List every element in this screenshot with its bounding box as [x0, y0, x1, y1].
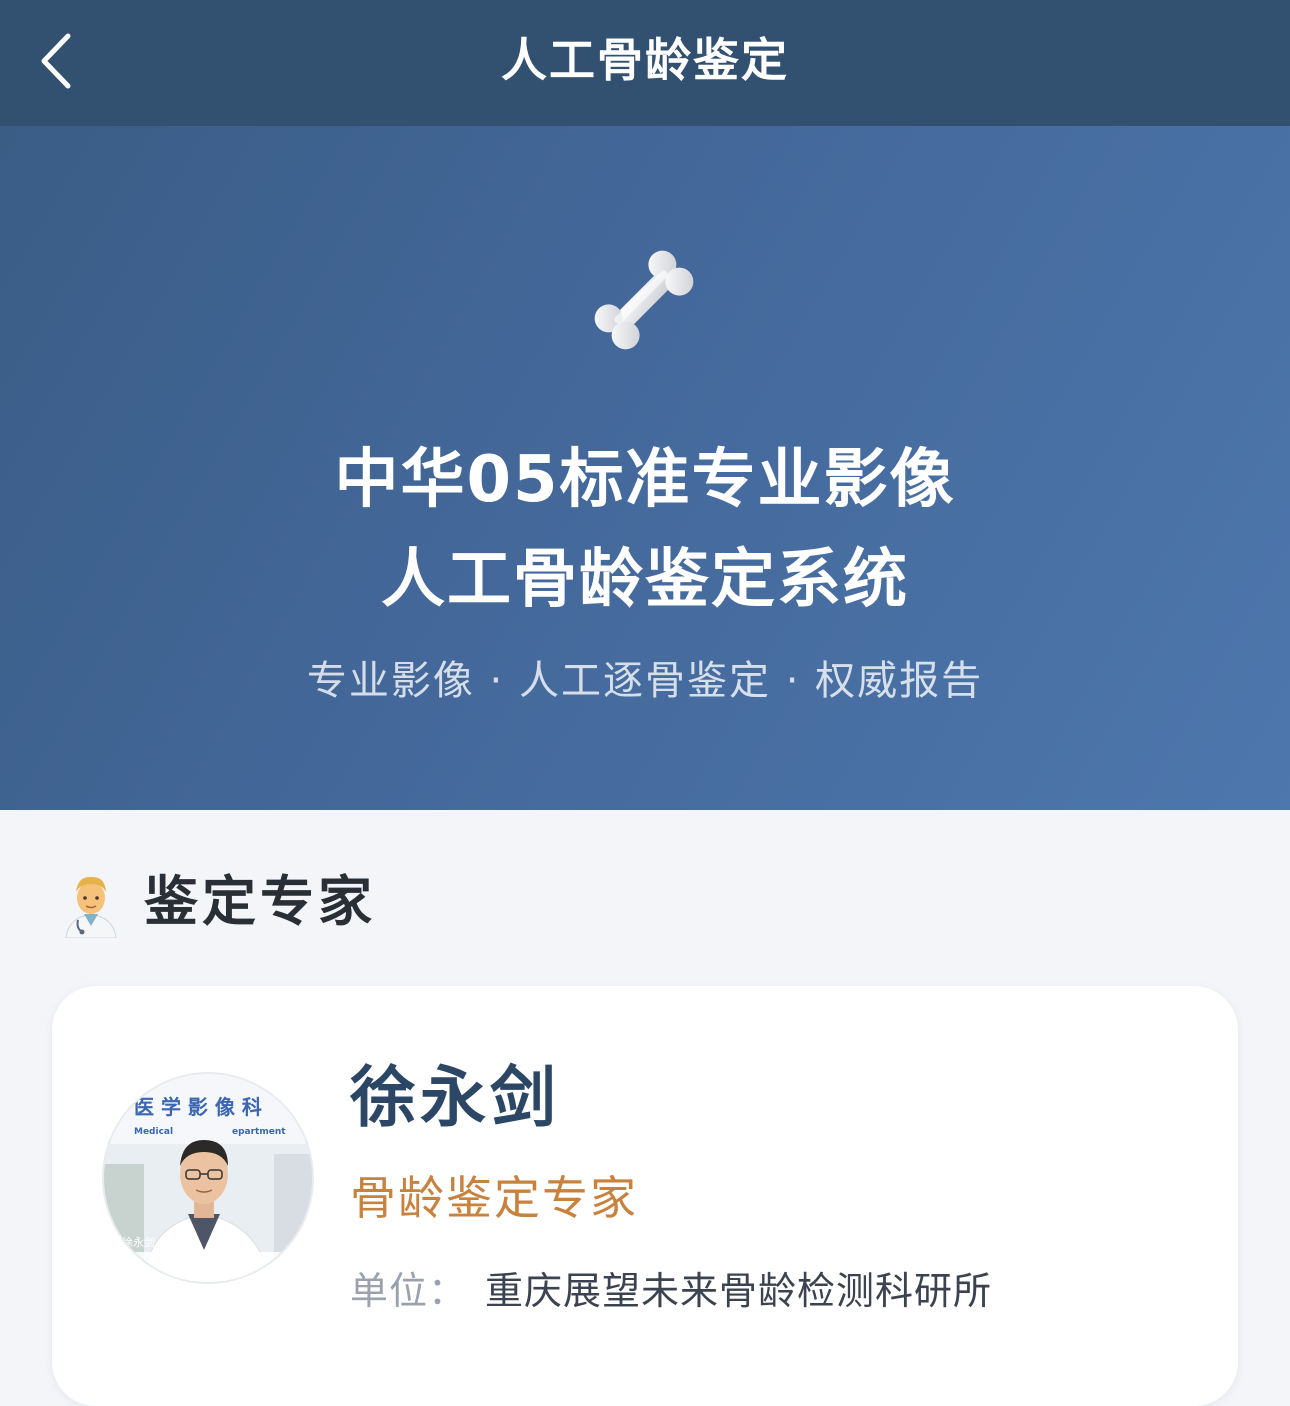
navigation-bar: 人工骨龄鉴定	[0, 0, 1290, 126]
unit-label: 单位：	[350, 1269, 468, 1313]
page-title: 人工骨龄鉴定	[501, 33, 789, 87]
photo-sign-en-left: Medical	[134, 1127, 173, 1137]
expert-name: 徐永剑	[350, 1059, 560, 1136]
hero-title-line2: 人工骨龄鉴定系统	[381, 543, 909, 617]
hero-subtitle: 专业影像 · 人工逐骨鉴定 · 权威报告	[306, 658, 984, 704]
expert-avatar: 医 学 影 像 科 Medical epartment 徐永剑	[102, 1072, 314, 1284]
expert-card[interactable]: 医 学 影 像 科 Medical epartment 徐永剑 徐永剑 骨龄鉴定…	[52, 986, 1238, 1406]
doctor-icon	[65, 876, 117, 938]
hero-title-line1: 中华05标准专业影像	[334, 443, 956, 517]
expert-unit: 单位： 重庆展望未来骨龄检测科研所	[350, 1260, 992, 1315]
unit-value: 重庆展望未来骨龄检测科研所	[485, 1269, 993, 1313]
photo-sign-en-right: epartment	[232, 1127, 286, 1137]
expert-role: 骨龄鉴定专家	[350, 1171, 638, 1225]
hero-banner: 中华05标准专业影像 人工骨龄鉴定系统 专业影像 · 人工逐骨鉴定 · 权威报告	[0, 126, 1290, 810]
photo-sign-text: 医 学 影 像 科	[134, 1095, 262, 1119]
bone-icon	[594, 250, 694, 350]
section-title: 鉴定专家	[144, 870, 376, 933]
photo-caption: 徐永剑	[122, 1235, 155, 1249]
